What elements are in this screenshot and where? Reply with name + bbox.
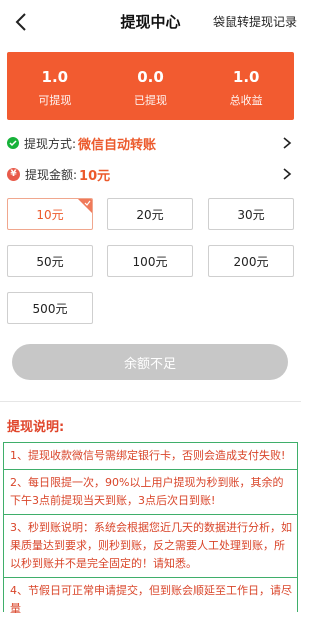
note-item: 3、秒到账说明：系统会根据您近几天的数据进行分析，如果质量达到要求，则秒到账，反…: [4, 514, 297, 577]
amount-option-100[interactable]: 100元: [107, 245, 193, 277]
stat-label: 总收益: [229, 94, 263, 107]
stat-available: 1.0 可提现: [7, 52, 103, 120]
stat-withdrawn: 0.0 已提现: [103, 52, 199, 120]
amount-option-label: 30元: [237, 207, 265, 222]
amount-option-label: 20元: [136, 207, 164, 222]
amount-option-10[interactable]: 10元: [7, 198, 93, 230]
withdraw-method-label: 提现方式:: [24, 136, 77, 151]
section-divider: [0, 401, 301, 402]
chevron-right-icon: [283, 168, 292, 180]
withdraw-amount-label: 提现金额:: [25, 167, 78, 182]
note-item: 1、提现收款微信号需绑定银行卡，否则会造成支付失败!: [4, 442, 297, 469]
amount-option-label: 10元: [36, 207, 64, 222]
amount-option-50[interactable]: 50元: [7, 245, 93, 277]
withdraw-record-link[interactable]: 袋鼠转提现记录: [213, 13, 297, 30]
chevron-right-icon: [283, 137, 292, 149]
note-item: 2、每日限提一次，90%以上用户提现为秒到账，其余的下午3点前提现当天到账，3点…: [4, 469, 297, 514]
withdraw-method-value: 微信自动转账: [78, 137, 157, 153]
yen-icon: ¥: [7, 167, 20, 181]
amount-option-20[interactable]: 20元: [107, 198, 193, 230]
selected-corner-check-icon: [78, 199, 92, 213]
stat-label: 已提现: [134, 94, 167, 107]
withdraw-submit-button[interactable]: 余额不足: [12, 344, 288, 380]
amount-option-label: 500元: [32, 301, 68, 316]
notes-list: 1、提现收款微信号需绑定银行卡，否则会造成支付失败! 2、每日限提一次，90%以…: [3, 442, 298, 615]
amount-option-label: 50元: [36, 254, 64, 269]
amount-option-500[interactable]: 500元: [7, 292, 93, 324]
note-item: 4、节假日可正常申请提交，但到账会顺延至工作日，请尽量: [4, 577, 297, 622]
amount-option-label: 200元: [233, 254, 269, 269]
withdraw-amount-value: 10元: [79, 168, 111, 184]
balance-summary-card: 1.0 可提现 0.0 已提现 1.0 总收益: [7, 52, 294, 120]
amount-option-200[interactable]: 200元: [208, 245, 294, 277]
withdraw-method-row[interactable]: 提现方式: 微信自动转账: [7, 132, 294, 154]
stat-label: 可提现: [38, 94, 72, 107]
stat-total-income: 1.0 总收益: [198, 52, 294, 120]
stat-value: 1.0: [41, 68, 69, 86]
notes-title: 提现说明:: [7, 420, 65, 435]
stat-value: 1.0: [232, 68, 260, 86]
stat-value: 0.0: [137, 68, 164, 86]
wechat-check-icon: [7, 137, 19, 149]
amount-option-label: 100元: [132, 254, 168, 269]
amount-option-30[interactable]: 30元: [208, 198, 294, 230]
header-bar: 提现中心 袋鼠转提现记录: [0, 0, 301, 44]
withdraw-amount-row[interactable]: ¥ 提现金额: 10元: [7, 163, 294, 185]
